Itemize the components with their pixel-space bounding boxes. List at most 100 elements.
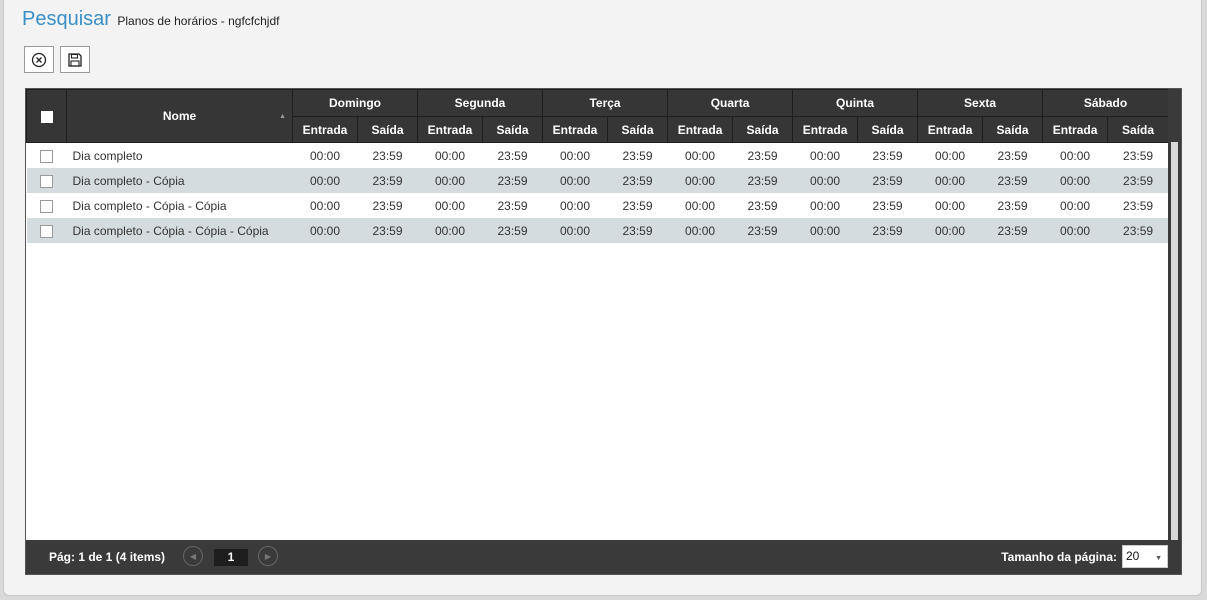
row-select-cell bbox=[27, 143, 67, 169]
pager-footer: Pág: 1 de 1 (4 items) ◀ 1 ▶ Tamanho da p… bbox=[26, 540, 1181, 574]
entry-time-cell: 00:00 bbox=[309, 198, 341, 213]
entrada-header[interactable]: Entrada bbox=[1042, 116, 1109, 143]
chevron-down-icon: ▼ bbox=[1155, 555, 1162, 562]
pager-info: Pág: 1 de 1 (4 items) bbox=[49, 550, 166, 564]
current-page-number[interactable]: 1 bbox=[214, 549, 248, 566]
exit-time-cell: 23:59 bbox=[607, 168, 668, 193]
exit-time-cell: 23:59 bbox=[747, 198, 778, 213]
page-title: Pesquisar bbox=[22, 8, 111, 30]
row-name: Dia completo - Cópia - Cópia bbox=[72, 198, 227, 213]
cancel-button[interactable] bbox=[24, 46, 54, 73]
entrada-header[interactable]: Entrada bbox=[792, 116, 859, 143]
row-checkbox[interactable] bbox=[40, 199, 53, 213]
day-header: Sexta bbox=[917, 89, 1044, 117]
exit-time-cell: 23:59 bbox=[497, 148, 528, 163]
saida-header[interactable]: Saída bbox=[732, 116, 794, 143]
day-header: Sábado bbox=[1042, 89, 1170, 117]
saida-header[interactable]: Saída bbox=[481, 116, 544, 143]
entry-time-cell: 00:00 bbox=[417, 168, 483, 193]
exit-time-cell: 23:59 bbox=[482, 218, 543, 243]
table-row[interactable]: Dia completo - Cópia 00:00 23:59 00:00 23:59… bbox=[26, 168, 1169, 193]
entry-time-cell: 00:00 bbox=[292, 218, 358, 243]
page-size-select[interactable]: 20 ▼ bbox=[1122, 545, 1168, 568]
exit-time-cell: 23:59 bbox=[997, 198, 1028, 213]
entry-time-cell: 00:00 bbox=[292, 168, 358, 193]
row-select-cell bbox=[26, 218, 67, 243]
saida-header[interactable]: Saída bbox=[982, 116, 1044, 143]
table-row[interactable]: Dia completo - Cópia - Cópia 00:00 23:59 00… bbox=[27, 193, 1169, 218]
row-select-cell bbox=[27, 193, 67, 218]
dialog: Pesquisar Planos de horários - ngfcfchjd… bbox=[3, 0, 1202, 596]
table-row[interactable]: Dia completo - Cópia - Cópia - Cópia 00:0… bbox=[26, 218, 1169, 243]
saida-header[interactable]: Saída bbox=[857, 116, 919, 143]
exit-time-cell: 23:59 bbox=[732, 168, 793, 193]
exit-time-cell: 23:59 bbox=[357, 168, 418, 193]
day-header: Quinta bbox=[792, 89, 919, 117]
entry-time-cell: 00:00 bbox=[560, 148, 591, 163]
saida-header[interactable]: Saída bbox=[1107, 116, 1170, 143]
entry-time-cell: 00:00 bbox=[309, 148, 341, 163]
save-button[interactable] bbox=[60, 46, 90, 73]
exit-time-cell: 23:59 bbox=[1123, 148, 1154, 163]
exit-time-cell: 23:59 bbox=[372, 198, 403, 213]
row-checkbox[interactable] bbox=[40, 224, 53, 238]
entry-time-cell: 00:00 bbox=[667, 218, 733, 243]
entrada-header[interactable]: Entrada bbox=[417, 116, 483, 143]
exit-time-cell: 23:59 bbox=[747, 148, 778, 163]
exit-time-cell: 23:59 bbox=[622, 148, 653, 163]
row-select-cell bbox=[26, 168, 67, 193]
scrollbar-track[interactable] bbox=[1171, 142, 1178, 540]
row-name: Dia completo - Cópia bbox=[66, 168, 293, 193]
exit-time-cell: 23:59 bbox=[872, 198, 903, 213]
entrada-header[interactable]: Entrada bbox=[667, 116, 734, 143]
entry-time-cell: 00:00 bbox=[792, 218, 858, 243]
page-size-value: 20 bbox=[1126, 549, 1140, 563]
exit-time-cell: 23:59 bbox=[607, 218, 668, 243]
entry-time-cell: 00:00 bbox=[560, 198, 591, 213]
exit-time-cell: 23:59 bbox=[482, 168, 543, 193]
saida-header[interactable]: Saída bbox=[607, 116, 669, 143]
select-all-header bbox=[26, 89, 67, 143]
exit-time-cell: 23:59 bbox=[357, 218, 418, 243]
entrada-header[interactable]: Entrada bbox=[542, 116, 609, 143]
vertical-scrollbar[interactable] bbox=[1168, 89, 1181, 541]
next-page-button[interactable]: ▶ bbox=[258, 546, 278, 566]
day-header: Terça bbox=[542, 89, 669, 117]
page-subtitle: Planos de horários - ngfcfchjdf bbox=[117, 14, 280, 28]
row-checkbox[interactable] bbox=[40, 149, 53, 163]
exit-time-cell: 23:59 bbox=[372, 148, 403, 163]
day-header: Quarta bbox=[667, 89, 794, 117]
entry-time-cell: 00:00 bbox=[917, 168, 983, 193]
exit-time-cell: 23:59 bbox=[857, 218, 918, 243]
column-header-nome[interactable]: Nome ▲ bbox=[66, 89, 293, 143]
select-all-checkbox[interactable] bbox=[40, 110, 53, 123]
entry-time-cell: 00:00 bbox=[810, 148, 841, 163]
table-row[interactable]: Dia completo 00:00 23:59 00:00 23:59 00:00 23:… bbox=[27, 143, 1169, 169]
entry-time-cell: 00:00 bbox=[810, 198, 841, 213]
exit-time-cell: 23:59 bbox=[982, 168, 1043, 193]
entrada-header[interactable]: Entrada bbox=[292, 116, 358, 143]
exit-time-cell: 23:59 bbox=[997, 148, 1028, 163]
entry-time-cell: 00:00 bbox=[417, 218, 483, 243]
exit-time-cell: 23:59 bbox=[1107, 218, 1169, 243]
entry-time-cell: 00:00 bbox=[434, 148, 466, 163]
prev-page-button[interactable]: ◀ bbox=[183, 546, 203, 566]
entry-time-cell: 00:00 bbox=[685, 148, 716, 163]
entry-time-cell: 00:00 bbox=[542, 218, 608, 243]
entry-time-cell: 00:00 bbox=[917, 218, 983, 243]
page-size-label: Tamanho da página: bbox=[1001, 550, 1117, 564]
day-header: Domingo bbox=[292, 89, 418, 117]
entry-time-cell: 00:00 bbox=[434, 198, 466, 213]
saida-header[interactable]: Saída bbox=[357, 116, 418, 143]
exit-time-cell: 23:59 bbox=[622, 198, 653, 213]
row-checkbox[interactable] bbox=[40, 174, 53, 188]
grid-body: Dia completo 00:00 23:59 00:00 23:59 00:00 23:… bbox=[26, 143, 1169, 243]
header-group-row: Nome ▲ Domingo Segunda Terça Quarta Quinta Se… bbox=[26, 89, 1170, 143]
entry-time-cell: 00:00 bbox=[792, 168, 858, 193]
exit-time-cell: 23:59 bbox=[1107, 168, 1169, 193]
exit-time-cell: 23:59 bbox=[732, 218, 793, 243]
entry-time-cell: 00:00 bbox=[1042, 168, 1108, 193]
chevron-left-icon: ◀ bbox=[189, 551, 197, 561]
day-header: Segunda bbox=[416, 89, 544, 117]
entrada-header[interactable]: Entrada bbox=[917, 116, 984, 143]
